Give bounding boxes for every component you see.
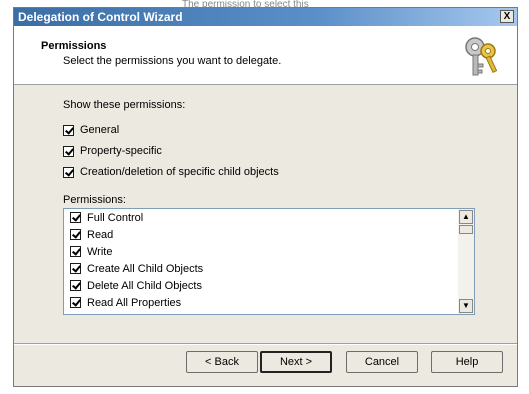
- permission-item-read[interactable]: Read: [64, 226, 458, 243]
- page-subtitle: Select the permissions you want to deleg…: [63, 55, 282, 67]
- permission-label: Read: [87, 228, 114, 241]
- permission-label: Full Control: [87, 211, 144, 224]
- checkbox-checked-icon[interactable]: [70, 229, 81, 240]
- keys-icon: [465, 37, 498, 76]
- checkbox-checked-icon[interactable]: [70, 297, 81, 308]
- checkbox-checked-icon[interactable]: [70, 280, 81, 291]
- checkbox-checked-icon[interactable]: [70, 212, 81, 223]
- next-button[interactable]: Next >: [260, 351, 332, 373]
- help-button[interactable]: Help: [431, 351, 503, 373]
- scroll-down-arrow-icon[interactable]: ▼: [459, 299, 473, 313]
- option-label: General: [80, 124, 120, 136]
- show-general-option[interactable]: General: [63, 123, 119, 137]
- permission-item-write[interactable]: Write: [64, 243, 458, 260]
- back-button[interactable]: < Back: [186, 351, 258, 373]
- page-title: Permissions: [41, 40, 107, 52]
- permission-label: Write: [87, 245, 113, 258]
- option-label: Creation/deletion of specific child obje…: [80, 166, 279, 178]
- checkbox-checked-icon[interactable]: [70, 263, 81, 274]
- option-label: Property-specific: [80, 145, 162, 157]
- scroll-up-arrow-icon[interactable]: ▲: [459, 210, 473, 224]
- permission-item-read-all-properties[interactable]: Read All Properties: [64, 294, 458, 311]
- checkbox-checked-icon[interactable]: [70, 246, 81, 257]
- vertical-scrollbar[interactable]: ▲ ▼: [458, 209, 474, 314]
- checkbox-checked-icon[interactable]: [63, 145, 74, 157]
- permissions-list: Full Control Read Write Create All Child…: [64, 209, 458, 314]
- title-bar[interactable]: Delegation of Control Wizard X: [14, 8, 517, 26]
- show-permissions-label: Show these permissions:: [63, 99, 186, 111]
- wizard-header: Permissions Select the permissions you w…: [14, 26, 517, 85]
- close-button[interactable]: X: [500, 10, 514, 23]
- wizard-window: Delegation of Control Wizard X Permissio…: [13, 7, 518, 387]
- permission-label: Read All Properties: [87, 296, 182, 309]
- show-creation-deletion-option[interactable]: Creation/deletion of specific child obje…: [63, 165, 279, 179]
- permission-item-create-all-child-objects[interactable]: Create All Child Objects: [64, 260, 458, 277]
- show-property-specific-option[interactable]: Property-specific: [63, 144, 162, 158]
- checkbox-checked-icon[interactable]: [63, 166, 74, 178]
- permissions-label: Permissions:: [63, 194, 126, 206]
- scrollbar-thumb[interactable]: [459, 225, 473, 234]
- permission-item-full-control[interactable]: Full Control: [64, 209, 458, 226]
- permission-item-delete-all-child-objects[interactable]: Delete All Child Objects: [64, 277, 458, 294]
- checkbox-checked-icon[interactable]: [63, 124, 74, 136]
- permission-label: Delete All Child Objects: [87, 279, 202, 292]
- permissions-listbox[interactable]: Full Control Read Write Create All Child…: [63, 208, 475, 315]
- window-title: Delegation of Control Wizard: [18, 10, 183, 24]
- cancel-button[interactable]: Cancel: [346, 351, 418, 373]
- permission-label: Create All Child Objects: [87, 262, 204, 275]
- footer-divider: [14, 343, 517, 345]
